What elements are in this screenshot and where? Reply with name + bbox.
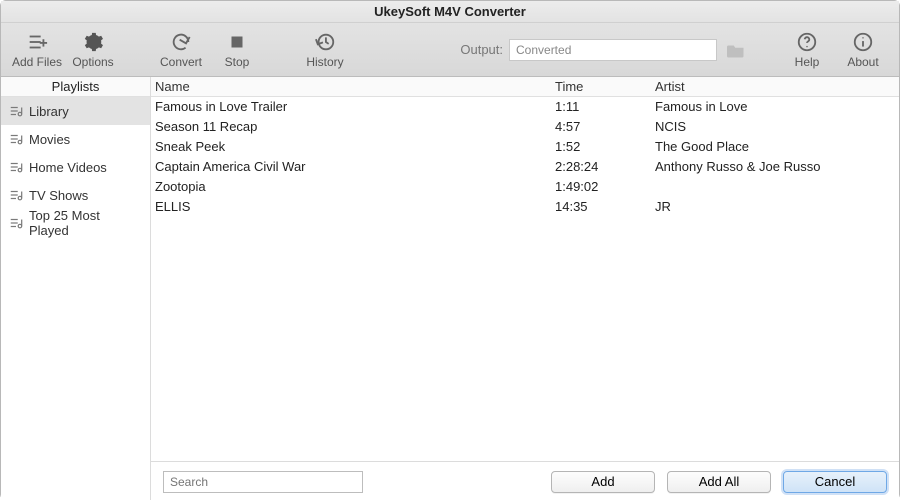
sidebar-item-label: Top 25 Most Played xyxy=(29,208,142,238)
output-label: Output: xyxy=(460,42,503,57)
cancel-button[interactable]: Cancel xyxy=(783,471,887,493)
cell-artist: JR xyxy=(655,197,895,217)
about-button[interactable]: About xyxy=(837,26,889,74)
cell-name: Season 11 Recap xyxy=(155,117,555,137)
add-files-button[interactable]: Add Files xyxy=(11,26,63,74)
sidebar-item-label: Home Videos xyxy=(29,160,107,175)
cell-time: 4:57 xyxy=(555,117,655,137)
options-label: Options xyxy=(72,55,113,69)
output-field[interactable]: Converted xyxy=(509,39,717,61)
cell-time: 14:35 xyxy=(555,197,655,217)
col-artist[interactable]: Artist xyxy=(655,77,895,96)
cell-time: 1:11 xyxy=(555,97,655,117)
playlist-icon xyxy=(9,216,23,230)
sidebar: Playlists Library Movies Home Videos TV … xyxy=(1,77,151,500)
sidebar-header: Playlists xyxy=(1,77,150,97)
cell-artist: The Good Place xyxy=(655,137,895,157)
stop-button[interactable]: Stop xyxy=(211,26,263,74)
playlist-icon xyxy=(9,104,23,118)
cell-name: Sneak Peek xyxy=(155,137,555,157)
playlist-icon xyxy=(9,160,23,174)
col-time[interactable]: Time xyxy=(555,77,655,96)
table-row[interactable]: Zootopia 1:49:02 xyxy=(151,177,899,197)
stop-label: Stop xyxy=(225,55,250,69)
add-files-label: Add Files xyxy=(12,55,62,69)
convert-label: Convert xyxy=(160,55,202,69)
gear-icon xyxy=(82,31,104,53)
help-button[interactable]: Help xyxy=(781,26,833,74)
cell-artist: NCIS xyxy=(655,117,895,137)
cell-artist: Anthony Russo & Joe Russo xyxy=(655,157,895,177)
convert-icon xyxy=(170,31,192,53)
cell-name: Captain America Civil War xyxy=(155,157,555,177)
help-label: Help xyxy=(795,55,820,69)
window-title: UkeySoft M4V Converter xyxy=(1,1,899,23)
cell-artist: Famous in Love xyxy=(655,97,895,117)
sidebar-item-label: Movies xyxy=(29,132,70,147)
main-panel: Name Time Artist Famous in Love Trailer … xyxy=(151,77,899,500)
history-button[interactable]: History xyxy=(299,26,351,74)
add-all-button[interactable]: Add All xyxy=(667,471,771,493)
cell-name: Zootopia xyxy=(155,177,555,197)
cell-name: ELLIS xyxy=(155,197,555,217)
playlist-icon xyxy=(9,188,23,202)
options-button[interactable]: Options xyxy=(67,26,119,74)
folder-icon[interactable] xyxy=(727,42,745,58)
sidebar-item-home-videos[interactable]: Home Videos xyxy=(1,153,150,181)
table-row[interactable]: Sneak Peek 1:52 The Good Place xyxy=(151,137,899,157)
cell-artist xyxy=(655,177,895,197)
toolbar: Add Files Options Convert Stop History O… xyxy=(1,23,899,77)
cell-time: 1:49:02 xyxy=(555,177,655,197)
table-row[interactable]: Season 11 Recap 4:57 NCIS xyxy=(151,117,899,137)
table-header: Name Time Artist xyxy=(151,77,899,97)
add-button[interactable]: Add xyxy=(551,471,655,493)
cell-time: 1:52 xyxy=(555,137,655,157)
stop-icon xyxy=(226,31,248,53)
about-label: About xyxy=(847,55,878,69)
playlist-icon xyxy=(9,132,23,146)
help-icon xyxy=(796,31,818,53)
info-icon xyxy=(852,31,874,53)
table-row[interactable]: ELLIS 14:35 JR xyxy=(151,197,899,217)
history-icon xyxy=(314,31,336,53)
table-row[interactable]: Famous in Love Trailer 1:11 Famous in Lo… xyxy=(151,97,899,117)
col-name[interactable]: Name xyxy=(155,77,555,96)
add-files-icon xyxy=(26,31,48,53)
table-row[interactable]: Captain America Civil War 2:28:24 Anthon… xyxy=(151,157,899,177)
sidebar-item-movies[interactable]: Movies xyxy=(1,125,150,153)
search-input[interactable] xyxy=(163,471,363,493)
cell-time: 2:28:24 xyxy=(555,157,655,177)
history-label: History xyxy=(306,55,343,69)
sidebar-item-label: Library xyxy=(29,104,69,119)
media-table: Name Time Artist Famous in Love Trailer … xyxy=(151,77,899,461)
sidebar-item-top-25-most-played[interactable]: Top 25 Most Played xyxy=(1,209,150,237)
convert-button[interactable]: Convert xyxy=(155,26,207,74)
sidebar-item-tv-shows[interactable]: TV Shows xyxy=(1,181,150,209)
sidebar-item-label: TV Shows xyxy=(29,188,88,203)
sidebar-item-library[interactable]: Library xyxy=(1,97,150,125)
cell-name: Famous in Love Trailer xyxy=(155,97,555,117)
output-path: Output: Converted xyxy=(460,39,745,61)
footer-bar: Add Add All Cancel xyxy=(151,461,899,500)
